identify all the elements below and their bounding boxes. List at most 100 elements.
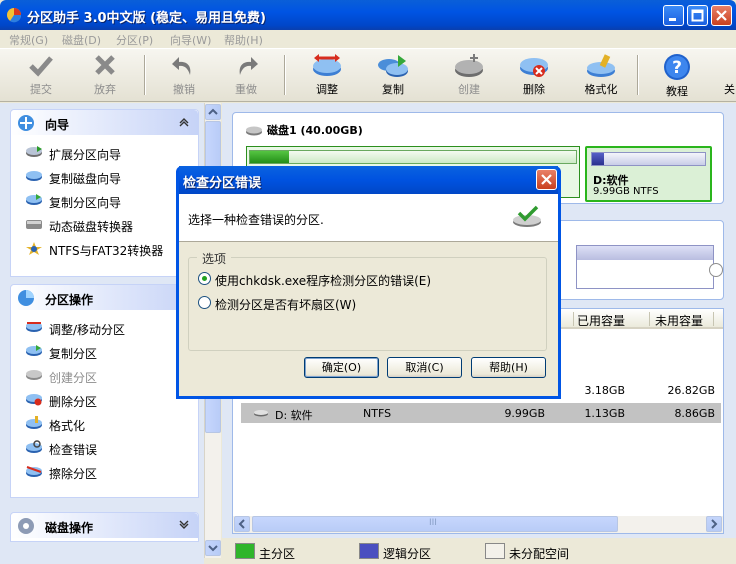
wizard-panel-header[interactable]: 向导	[11, 110, 198, 135]
redo-label: 重做	[235, 83, 257, 96]
hscroll-grip: III	[429, 518, 437, 528]
options-group-label: 选项	[197, 250, 232, 267]
radio-circle[interactable]	[198, 272, 211, 285]
menu-bar: 常规(G) 磁盘(D) 分区(P) 向导(W) 帮助(H)	[0, 30, 736, 48]
partition-ops-panel-title: 分区操作	[45, 293, 94, 307]
minimize-icon	[669, 18, 676, 21]
partition-d-info: 9.99GB NTFS	[593, 186, 659, 197]
arrow-left-icon	[238, 519, 245, 529]
commit-button[interactable]: 提交	[16, 53, 66, 99]
sidebar-item-wipe-partition[interactable]: 擦除分区	[11, 460, 198, 484]
resize-move-icon	[26, 322, 42, 332]
sidebar-item-copy-partition-wizard[interactable]: 复制分区向导	[11, 189, 198, 213]
scroll-down-button[interactable]	[205, 540, 221, 556]
disk-icon	[246, 126, 262, 136]
create-button[interactable]: 创建	[444, 53, 494, 99]
sidebar-item-label: 复制磁盘向导	[49, 172, 122, 186]
partition-bar-2[interactable]	[576, 245, 714, 289]
primary-swatch	[235, 543, 255, 559]
app-icon	[7, 8, 22, 23]
discard-button[interactable]: 放弃	[80, 53, 130, 99]
dialog-header: 选择一种检查错误的分区.	[179, 194, 558, 242]
scroll-up-button[interactable]	[205, 104, 221, 120]
sidebar-item-ntfs-fat32[interactable]: NTFS与FAT32转换器	[11, 237, 198, 261]
scroll-left-button[interactable]	[234, 516, 250, 532]
ntfs-fat32-icon	[26, 242, 42, 255]
dialog-title-bar[interactable]: 检查分区错误	[179, 166, 558, 194]
column-free[interactable]: 未用容量	[655, 312, 703, 329]
partition-d-block[interactable]: D:软件 9.99GB NTFS	[585, 146, 712, 202]
ok-button[interactable]: 确定(O)	[304, 357, 379, 378]
wizard-panel-title: 向导	[45, 118, 70, 132]
menu-disk[interactable]: 磁盘(D)	[62, 32, 101, 48]
format-button[interactable]: 格式化	[576, 53, 626, 99]
sidebar-item-delete-partition[interactable]: 删除分区	[11, 388, 198, 412]
sidebar-item-extend-wizard[interactable]: 扩展分区向导	[11, 141, 198, 165]
sidebar-item-format[interactable]: 格式化	[11, 412, 198, 436]
cancel-button[interactable]: 取消(C)	[387, 357, 462, 378]
column-used[interactable]: 已用容量	[577, 312, 625, 329]
resize-button[interactable]: 调整	[302, 53, 352, 99]
sidebar-item-resize-move[interactable]: 调整/移动分区	[11, 316, 198, 340]
sidebar: 向导 扩展分区向导 复制磁盘向导 复制分区向导 动态磁盘转换器 NTFS与FAT…	[0, 103, 204, 564]
menu-help[interactable]: 帮助(H)	[224, 32, 263, 48]
window-title: 分区助手 3.0中文版 (稳定、易用且免费)	[27, 11, 266, 26]
disk-ops-icon	[18, 518, 34, 534]
hscroll-thumb[interactable]: III	[252, 516, 618, 532]
legend: 主分区 逻辑分区 未分配空间	[222, 538, 736, 564]
disk-map-knob[interactable]	[709, 263, 723, 277]
wipe-partition-icon	[26, 466, 42, 477]
chevron-down-icon[interactable]	[178, 519, 190, 531]
partition-d-usage-bar	[591, 152, 706, 166]
delete-button[interactable]: 删除	[509, 53, 559, 99]
close-icon	[716, 10, 727, 21]
undo-icon	[172, 57, 191, 75]
chevron-up-icon[interactable]	[178, 116, 190, 128]
minimize-button[interactable]	[663, 5, 684, 26]
tutorial-label: 教程	[666, 85, 688, 98]
cancel-label: 取消(C)	[405, 361, 444, 374]
sidebar-item-copy-partition[interactable]: 复制分区	[11, 340, 198, 364]
sidebar-item-label: 复制分区	[49, 347, 98, 361]
discard-label: 放弃	[94, 83, 116, 96]
delete-disk-icon	[520, 58, 548, 77]
maximize-button[interactable]	[687, 5, 708, 26]
menu-partition[interactable]: 分区(P)	[116, 32, 153, 48]
row-free: 26.82GB	[667, 384, 715, 397]
disk-title: 磁盘1 (40.00GB)	[245, 122, 363, 138]
close-app-button[interactable]: 关	[704, 53, 736, 99]
create-partition-icon	[26, 370, 42, 380]
check-errors-icon	[26, 440, 42, 453]
legend-unallocated: 未分配空间	[509, 547, 570, 561]
sidebar-item-label: 检查错误	[49, 443, 98, 457]
redo-button[interactable]: 重做	[221, 53, 271, 99]
menu-general[interactable]: 常规(G)	[9, 32, 48, 48]
copy-button[interactable]: 复制	[368, 53, 418, 99]
help-button[interactable]: 帮助(H)	[471, 357, 546, 378]
row-used: 3.18GB	[584, 384, 625, 397]
scroll-right-button[interactable]	[706, 516, 722, 532]
dialog-close-button[interactable]	[536, 169, 557, 190]
menu-wizard[interactable]: 向导(W)	[170, 32, 211, 48]
sidebar-item-check-errors[interactable]: 检查错误	[11, 436, 198, 460]
table-row-selected[interactable]: D: 软件 NTFS 9.99GB 1.13GB 8.86GB	[241, 403, 721, 423]
disk-ops-panel-header[interactable]: 磁盘操作	[11, 513, 198, 538]
sidebar-item-label: 扩展分区向导	[49, 148, 122, 162]
sidebar-item-create-partition[interactable]: 创建分区	[11, 364, 198, 388]
option-bad-sector-label: 检测分区是否有坏扇区(W)	[215, 298, 357, 312]
wizard-icon	[18, 115, 34, 131]
sidebar-item-copy-disk-wizard[interactable]: 复制磁盘向导	[11, 165, 198, 189]
check-disk-icon	[513, 205, 541, 227]
radio-circle[interactable]	[198, 296, 211, 309]
sidebar-item-dynamic-disk[interactable]: 动态磁盘转换器	[11, 213, 198, 237]
dialog-body: 选择一种检查错误的分区. 选项 使用chkdsk.exe程序检测分区的错误(E)…	[179, 194, 558, 396]
close-button[interactable]	[711, 5, 732, 26]
close-icon	[541, 174, 552, 185]
tutorial-button[interactable]: ? 教程	[652, 53, 702, 99]
undo-button[interactable]: 撤销	[159, 53, 209, 99]
partition-ops-panel-header[interactable]: 分区操作	[11, 285, 198, 310]
delete-partition-icon	[26, 394, 42, 406]
disk-ops-panel-title: 磁盘操作	[45, 521, 94, 535]
commit-label: 提交	[30, 83, 52, 96]
table-hscrollbar[interactable]: III	[233, 516, 723, 533]
